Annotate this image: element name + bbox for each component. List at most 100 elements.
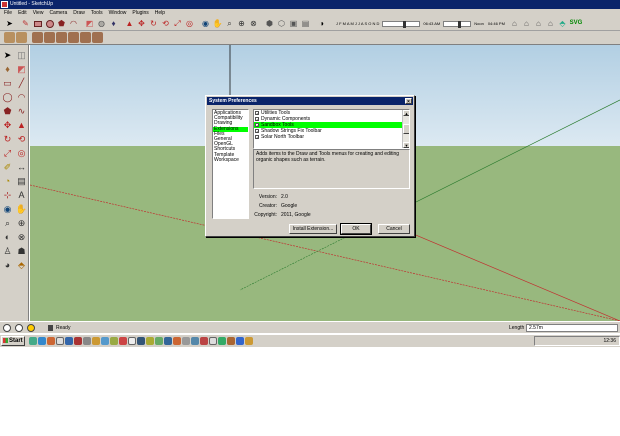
circle-tool-icon[interactable]: ◯ (1, 91, 14, 104)
taskbar-app-icon[interactable] (182, 337, 190, 345)
zoom-tool-icon[interactable]: ⌕ (1, 217, 14, 230)
front-view-icon[interactable]: ⌂ (509, 18, 520, 29)
scroll-thumb[interactable] (403, 124, 409, 134)
svg-export-icon[interactable]: SVG (569, 18, 583, 29)
circle-icon[interactable] (44, 18, 55, 29)
position-camera-icon[interactable]: ♙ (1, 245, 14, 258)
get-models-icon[interactable]: ⬢ (264, 18, 275, 29)
taskbar-app-icon[interactable] (173, 337, 181, 345)
extension-checkbox[interactable]: ✓ (255, 111, 259, 116)
taskbar-app-icon[interactable] (101, 337, 109, 345)
menu-help[interactable]: Help (155, 9, 165, 17)
menu-draw[interactable]: Draw (73, 9, 85, 17)
shadow-date-slider[interactable] (382, 20, 421, 28)
extension-warehouse-icon[interactable]: ▤ (300, 18, 311, 29)
taskbar-app-icon[interactable] (218, 337, 226, 345)
taskbar-app-icon[interactable] (47, 337, 55, 345)
offset-icon[interactable]: ◎ (184, 18, 195, 29)
extension-checkbox[interactable]: ✓ (255, 117, 259, 122)
taskbar-app-icon[interactable] (236, 337, 244, 345)
shadow-settings-icon[interactable]: ◑ (316, 18, 327, 29)
taskbar-app-icon[interactable] (227, 337, 235, 345)
taskbar-app-icon[interactable] (83, 337, 91, 345)
push-pull-icon[interactable]: ▲ (124, 18, 135, 29)
components-icon[interactable]: ▣ (288, 18, 299, 29)
extension-row[interactable]: ✓ Solar North Toolbar (254, 134, 409, 140)
previous-view-icon[interactable]: ◐ (1, 231, 14, 244)
look-around-icon[interactable]: ◕ (1, 259, 14, 272)
taskbar-app-icon[interactable] (155, 337, 163, 345)
orbit-tool-icon[interactable]: ◉ (1, 203, 14, 216)
eraser-icon[interactable]: ◩ (84, 18, 95, 29)
help-icon[interactable] (27, 324, 35, 332)
monochrome-style-icon[interactable] (92, 32, 103, 43)
left-view-icon[interactable]: ⌂ (533, 18, 544, 29)
right-view-icon[interactable]: ⌂ (545, 18, 556, 29)
menu-window[interactable]: Window (109, 9, 127, 17)
zoom-extents-icon[interactable]: ⊗ (248, 18, 259, 29)
scale-icon[interactable]: ⤢ (172, 18, 183, 29)
eraser-tool-icon[interactable]: ◩ (15, 63, 28, 76)
line-tool-icon[interactable]: ╱ (15, 77, 28, 90)
paint-icon[interactable]: ♦ (1, 63, 14, 76)
taskbar-app-icon[interactable] (65, 337, 73, 345)
taskbar-app-icon[interactable] (137, 337, 145, 345)
category-item[interactable]: Workspace (213, 157, 248, 163)
pan-icon[interactable]: ✋ (212, 18, 223, 29)
walk-tool-icon[interactable]: ☗ (15, 245, 28, 258)
taskbar-app-icon[interactable] (128, 337, 136, 345)
shadow-time-slider[interactable] (443, 20, 472, 28)
extension-list-scrollbar[interactable]: ▲ ▼ (402, 110, 409, 148)
zoom-extents-tool-icon[interactable]: ⊗ (15, 231, 28, 244)
follow-me-icon[interactable]: ⟲ (160, 18, 171, 29)
extension-checkbox[interactable]: ✓ (255, 135, 259, 140)
taskbar-app-icon[interactable] (74, 337, 82, 345)
top-view-icon[interactable] (16, 32, 27, 43)
menu-tools[interactable]: Tools (91, 9, 103, 17)
cancel-button[interactable]: Cancel (378, 224, 410, 234)
wireframe-style-icon[interactable] (44, 32, 55, 43)
move-tool-icon[interactable]: ✥ (1, 119, 14, 132)
taskbar-app-icon[interactable] (119, 337, 127, 345)
freehand-tool-icon[interactable]: ∿ (15, 105, 28, 118)
select-icon[interactable]: ➤ (4, 18, 15, 29)
menu-file[interactable]: File (4, 9, 12, 17)
taskbar-app-icon[interactable] (200, 337, 208, 345)
protractor-tool-icon[interactable]: ◔ (1, 175, 14, 188)
tape-tool-icon[interactable]: ✐ (1, 161, 14, 174)
move-icon[interactable]: ✥ (136, 18, 147, 29)
zoom-icon[interactable]: ⌕ (224, 18, 235, 29)
rotate-icon[interactable]: ↻ (148, 18, 159, 29)
zoom-window-icon[interactable]: ⊕ (236, 18, 247, 29)
taskbar-app-icon[interactable] (245, 337, 253, 345)
make-component-icon[interactable]: ◫ (15, 49, 28, 62)
menu-edit[interactable]: Edit (18, 9, 27, 17)
polygon-icon[interactable]: ⬟ (56, 18, 67, 29)
tape-measure-icon[interactable]: ◍ (96, 18, 107, 29)
rotate-tool-icon[interactable]: ↻ (1, 133, 14, 146)
menu-plugins[interactable]: Plugins (132, 9, 148, 17)
geo-location-icon[interactable] (3, 324, 11, 332)
menu-view[interactable]: View (33, 9, 44, 17)
install-extension-button[interactable]: Install Extension... (289, 224, 337, 234)
scroll-down-icon[interactable]: ▼ (403, 142, 409, 148)
taskbar-app-icon[interactable] (56, 337, 64, 345)
textured-style-icon[interactable] (80, 32, 91, 43)
extension-checkbox[interactable]: ✓ (255, 123, 259, 128)
orbit-icon[interactable]: ◉ (200, 18, 211, 29)
taskbar-app-icon[interactable] (164, 337, 172, 345)
taskbar-app-icon[interactable] (92, 337, 100, 345)
close-icon[interactable]: × (405, 98, 412, 105)
3d-text-tool-icon[interactable]: A (15, 189, 28, 202)
arc-tool-icon[interactable]: ◠ (15, 91, 28, 104)
start-button[interactable]: Start (1, 336, 25, 346)
extension-checkbox[interactable]: ✓ (255, 129, 259, 134)
offset-tool-icon[interactable]: ◎ (15, 147, 28, 160)
polygon-tool-icon[interactable]: ⬟ (1, 105, 14, 118)
credits-icon[interactable] (15, 324, 23, 332)
taskbar-app-icon[interactable] (146, 337, 154, 345)
pan-tool-icon[interactable]: ✋ (15, 203, 28, 216)
zoom-window-tool-icon[interactable]: ⊕ (15, 217, 28, 230)
menu-camera[interactable]: Camera (49, 9, 67, 17)
iso-view-icon[interactable] (4, 32, 15, 43)
